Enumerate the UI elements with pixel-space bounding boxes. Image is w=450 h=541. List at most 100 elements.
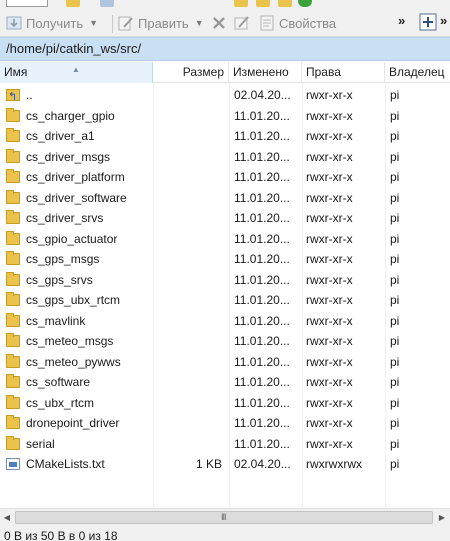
rename-button[interactable] [234,13,254,33]
file-owner: pi [390,313,400,328]
toolbar-overflow-chevron-2[interactable]: » [440,13,447,28]
toolbar-overflow-chevron[interactable]: » [398,13,405,28]
file-name: cs_ubx_rtcm [26,395,95,410]
file-rights: rwxr-xr-x [306,293,353,307]
column-rights-label: Права [306,65,341,79]
scrollbar-thumb[interactable]: III [15,511,433,524]
file-modified: 11.01.20... [234,272,290,287]
file-name: dronepoint_driver [26,416,120,430]
file-owner: pi [390,375,400,389]
file-size [154,167,222,187]
properties-icon [259,15,275,31]
file-row[interactable]: serial 11.01.20... rwxr-xr-x pi [0,434,450,455]
file-rights: rwxr-xr-x [306,231,353,246]
file-rights: rwxr-xr-x [306,334,353,348]
file-row[interactable]: cs_driver_msgs 11.01.20... rwxr-xr-x pi [0,147,450,168]
column-modified-label: Изменено [233,65,289,79]
column-header-rights[interactable]: Права [302,62,385,83]
file-modified: 11.01.20... [234,395,290,410]
file-size [154,249,222,269]
folder-icon [6,271,20,286]
file-owner: pi [390,272,400,287]
file-size [154,352,222,372]
file-row[interactable]: cs_gps_srvs 11.01.20... rwxr-xr-x pi [0,270,450,291]
file-rights: rwxr-xr-x [306,108,353,123]
file-rights: rwxr-xr-x [306,395,353,410]
scroll-left-button[interactable]: ◀ [0,511,14,524]
file-owner: pi [390,354,400,369]
file-row[interactable]: .. 02.04.20... rwxr-xr-x pi [0,85,450,107]
rename-icon [234,15,250,31]
horizontal-scrollbar[interactable]: ◀ III ▶ [0,508,450,525]
get-button[interactable]: Получить ▼ [6,13,98,33]
file-name: cs_meteo_pywws [26,354,121,369]
file-list[interactable]: ▲ Имя Размер Изменено Права Владелец .. 0… [0,62,450,508]
file-row[interactable]: dronepoint_driver 11.01.20... rwxr-xr-x pi [0,413,450,434]
folder-icon [6,394,20,409]
folder-icon [6,415,20,429]
file-row[interactable]: cs_driver_a1 11.01.20... rwxr-xr-x pi [0,126,450,147]
file-modified: 11.01.20... [234,354,290,369]
chevron-down-icon[interactable]: ▼ [195,18,204,28]
toolbar: Получить ▼ Править ▼ Свойства » » [0,7,450,37]
edit-button[interactable]: Править ▼ [118,13,204,33]
file-rights: rwxr-xr-x [306,170,353,184]
file-row[interactable]: cs_software 11.01.20... rwxr-xr-x pi [0,372,450,393]
file-row[interactable]: cs_driver_srvs 11.01.20... rwxr-xr-x pi [0,208,450,229]
file-row[interactable]: cs_mavlink 11.01.20... rwxr-xr-x pi [0,311,450,332]
column-owner-label: Владелец [389,65,445,79]
file-owner: pi [390,149,400,164]
new-file-icon[interactable] [278,0,292,7]
bookmark-icon[interactable] [234,0,248,7]
file-modified: 11.01.20... [234,436,290,451]
session-tab[interactable] [6,0,48,7]
folder-icon [6,333,20,347]
file-name: cs_charger_gpio [26,108,115,123]
file-rights: rwxr-xr-x [306,354,353,369]
column-header: ▲ Имя Размер Изменено Права Владелец [0,62,450,83]
file-owner: pi [390,231,400,246]
folder-icon [6,210,20,224]
file-row[interactable]: cs_gps_ubx_rtcm 11.01.20... rwxr-xr-x pi [0,290,450,311]
scrollbar-grip: III [221,512,226,522]
file-row[interactable]: cs_meteo_msgs 11.01.20... rwxr-xr-x pi [0,331,450,352]
column-header-name[interactable]: ▲ Имя [0,62,153,83]
column-header-modified[interactable]: Изменено [229,62,302,83]
home-icon[interactable] [100,0,114,7]
file-size [154,188,222,208]
file-owner: pi [390,88,400,102]
column-size-label: Размер [182,65,224,79]
status-bar: 0 B из 50 B в 0 из 18 [0,525,450,541]
column-header-size[interactable]: Размер [153,62,229,83]
file-row[interactable]: CMakeLists.txt 1 KB 02.04.20... rwxrwxrwx pi [0,454,450,475]
file-row[interactable]: cs_ubx_rtcm 11.01.20... rwxr-xr-x pi [0,393,450,414]
column-header-owner[interactable]: Владелец [385,62,450,83]
file-modified: 11.01.20... [234,190,290,205]
file-name: serial [26,436,55,451]
sync-icon[interactable] [298,0,312,7]
file-row[interactable]: cs_gpio_actuator 11.01.20... rwxr-xr-x pi [0,229,450,250]
chevron-down-icon[interactable]: ▼ [89,18,98,28]
file-name: cs_driver_srvs [26,211,104,225]
path-bar[interactable]: /home/pi/catkin_ws/src/ [0,37,450,61]
scroll-right-button[interactable]: ▶ [435,511,449,524]
edit-icon[interactable] [256,0,270,7]
folder-icon [6,189,20,204]
properties-button[interactable]: Свойства [259,13,336,33]
file-row[interactable]: cs_driver_platform 11.01.20... rwxr-xr-x pi [0,167,450,188]
file-size [154,147,222,167]
folder-icon[interactable] [66,0,80,7]
sort-ascending-icon: ▲ [72,65,80,74]
download-icon [6,15,22,31]
folder-icon [6,353,20,368]
properties-label: Свойства [279,15,337,31]
file-row[interactable]: cs_meteo_pywws 11.01.20... rwxr-xr-x pi [0,352,450,373]
file-row[interactable]: cs_charger_gpio 11.01.20... rwxr-xr-x pi [0,106,450,127]
file-modified: 11.01.20... [234,231,290,246]
new-button[interactable] [419,12,441,32]
file-rights: rwxr-xr-x [306,436,353,451]
delete-button[interactable] [211,13,231,33]
file-row[interactable]: cs_gps_msgs 11.01.20... rwxr-xr-x pi [0,249,450,270]
file-row[interactable]: cs_driver_software 11.01.20... rwxr-xr-x pi [0,188,450,209]
folder-icon [6,251,20,265]
